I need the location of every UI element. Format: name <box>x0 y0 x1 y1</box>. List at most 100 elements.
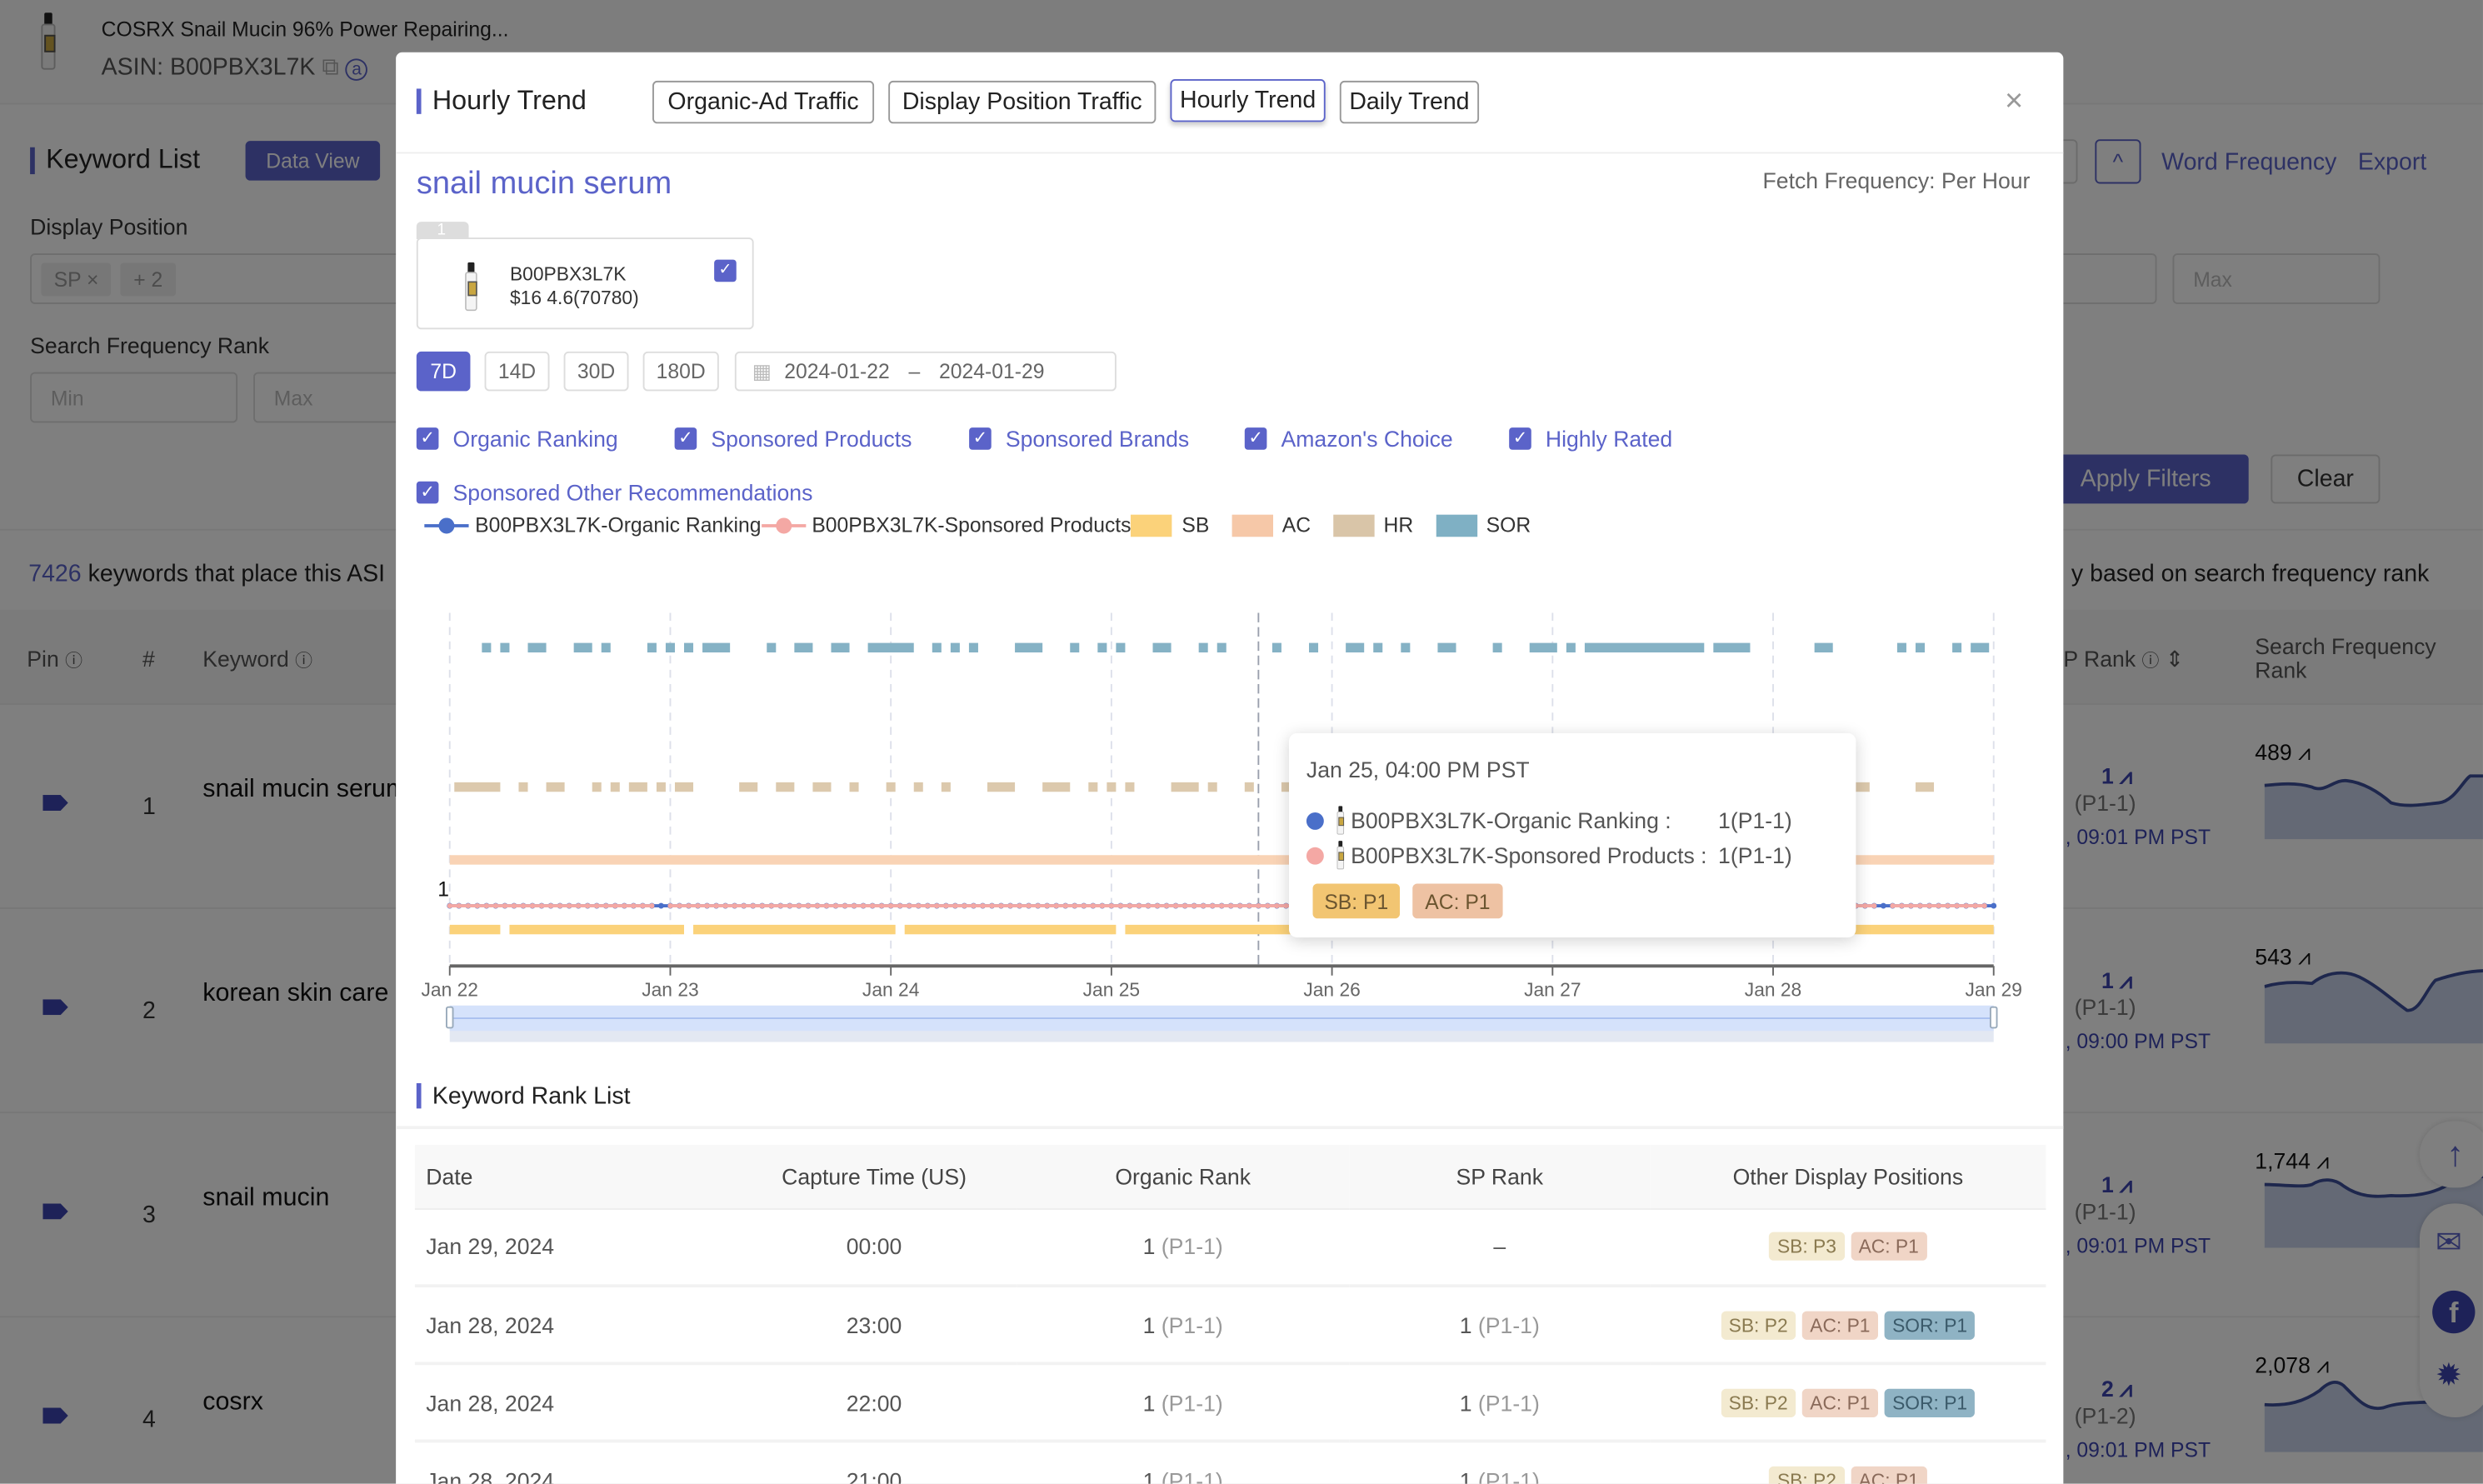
cell-organic-rank: 1 (P1-1) <box>1017 1286 1350 1366</box>
range-180d[interactable]: 180D <box>642 351 719 392</box>
sor-position-bar <box>867 642 914 653</box>
sp-point <box>750 903 756 909</box>
checkbox-checked-icon[interactable]: ✓ <box>1509 427 1531 450</box>
chart-tooltip: Jan 25, 04:00 PM PST B00PBX3L7K-Organic … <box>1289 732 1856 938</box>
cell-sp-rank: 1 (P1-1) <box>1349 1286 1651 1366</box>
sp-point <box>777 903 783 909</box>
checkbox-checked-icon[interactable]: ✓ <box>969 427 992 450</box>
filter-sponsored-brands[interactable]: ✓ Sponsored Brands <box>969 426 1189 452</box>
sp-point <box>1127 903 1132 909</box>
sp-point <box>759 903 765 909</box>
sp-point <box>952 903 958 909</box>
tab-hourly-trend[interactable]: Hourly Trend <box>1170 79 1326 122</box>
sp-point <box>1899 903 1905 909</box>
keyword-rank-table: Date Capture Time (US) Organic Rank SP Rank… <box>414 1145 2046 1484</box>
sp-point <box>907 903 912 909</box>
sp-point <box>677 903 682 909</box>
sp-point <box>1007 903 1013 909</box>
close-icon[interactable]: × <box>2005 84 2023 121</box>
position-tag: SB: P3 <box>1769 1232 1845 1262</box>
sor-position-bar <box>647 642 657 653</box>
zoom-handle-right[interactable] <box>1989 1006 1998 1029</box>
organic-point <box>1991 902 1997 909</box>
date-start: 2024-01-22 <box>784 359 890 383</box>
tab-daily-trend[interactable]: Daily Trend <box>1339 80 1480 124</box>
sp-point <box>548 903 554 909</box>
tab-organic-ad-traffic[interactable]: Organic-Ad Traffic <box>652 80 875 124</box>
sp-point <box>1145 903 1152 909</box>
cell-sp-rank: 1 (P1-1) <box>1349 1441 1651 1484</box>
sor-position-bar <box>573 642 592 653</box>
position-tag: SOR: P1 <box>1884 1387 1976 1417</box>
sp-point <box>483 903 489 909</box>
sor-position-bar <box>1373 642 1383 653</box>
range-14d[interactable]: 14D <box>484 351 550 392</box>
sp-point <box>962 903 967 909</box>
cell-other-positions: SB: P2 AC: P1 SOR: P1 <box>1650 1363 2046 1443</box>
hr-position-bar <box>812 782 832 792</box>
hourly-trend-modal: Hourly Trend Organic-Ad Traffic Display … <box>396 52 2064 1484</box>
sor-position-bar <box>1309 642 1319 653</box>
sor-position-bar <box>1152 642 1172 653</box>
filter-sponsored-products[interactable]: ✓ Sponsored Products <box>674 426 912 452</box>
sp-point <box>768 903 774 909</box>
sp-point <box>1945 903 1951 909</box>
legend-hr-swatch[interactable] <box>1332 513 1375 537</box>
legend-sb-swatch[interactable] <box>1131 513 1172 537</box>
sp-point <box>1210 903 1216 909</box>
checkbox-checked-icon[interactable]: ✓ <box>416 481 439 504</box>
filter-amazon-s-choice[interactable]: ✓ Amazon's Choice <box>1244 426 1453 452</box>
sp-point <box>1871 903 1877 909</box>
legend-sor-swatch[interactable] <box>1435 513 1477 537</box>
legend-ac-swatch[interactable] <box>1231 513 1273 537</box>
sor-position-bar <box>950 642 960 653</box>
sp-point <box>686 903 692 909</box>
range-7d[interactable]: 7D <box>416 351 471 392</box>
tab-display-position-traffic[interactable]: Display Position Traffic <box>888 80 1157 124</box>
tooltip-tag-ac: AC: P1 <box>1412 883 1503 919</box>
sp-point <box>897 903 903 909</box>
sp-point <box>1908 903 1914 909</box>
cell-time: 21:00 <box>732 1441 1017 1484</box>
checkbox-checked-icon[interactable]: ✓ <box>416 427 439 450</box>
column-header: Capture Time (US) <box>732 1145 1017 1210</box>
hr-position-bar <box>913 782 923 792</box>
sp-point <box>796 903 802 909</box>
filter-sponsored-other-recommendations[interactable]: ✓ Sponsored Other Recommendations <box>416 480 812 505</box>
sp-point <box>1108 903 1114 909</box>
sp-point <box>1090 903 1096 909</box>
filter-highly-rated[interactable]: ✓ Highly Rated <box>1509 426 1672 452</box>
sp-point <box>842 903 848 909</box>
checkbox-checked-icon[interactable]: ✓ <box>1244 427 1267 450</box>
sp-point <box>1164 903 1170 909</box>
sp-point <box>1265 903 1271 909</box>
date-range-picker[interactable]: ▦ 2024-01-22 – 2024-01-29 <box>734 351 1117 392</box>
sb-position-bar <box>693 924 896 935</box>
sp-point <box>649 903 655 909</box>
product-card[interactable]: B00PBX3L7K $16 4.6(70780) ✓ <box>416 237 754 330</box>
checkbox-checked-icon[interactable]: ✓ <box>674 427 697 450</box>
sor-position-bar <box>1198 642 1208 653</box>
zoom-handle-left[interactable] <box>445 1006 454 1029</box>
legend-sp-line[interactable] <box>761 514 806 537</box>
sb-position-bar <box>904 924 1117 935</box>
modal-title: Hourly Trend <box>432 85 587 116</box>
sp-point <box>1182 903 1188 909</box>
sp-point <box>980 903 986 909</box>
chart-legend: B00PBX3L7K-Organic Ranking B00PBX3L7K-Sp… <box>424 513 1531 537</box>
hr-position-bar <box>886 782 896 792</box>
title-bar <box>416 88 422 114</box>
sp-point <box>631 903 637 909</box>
keyword-title: snail mucin serum <box>416 166 672 202</box>
cell-organic-rank: 1 (P1-1) <box>1017 1363 1350 1443</box>
sor-position-bar <box>1492 642 1502 653</box>
range-30d[interactable]: 30D <box>563 351 629 392</box>
cell-sp-rank: 1 (P1-1) <box>1349 1363 1651 1443</box>
legend-organic-line[interactable] <box>424 514 469 537</box>
sp-point <box>529 903 536 909</box>
card-checkbox[interactable]: ✓ <box>714 259 737 282</box>
sp-point <box>538 903 545 909</box>
hr-position-bar <box>1207 782 1217 792</box>
hr-position-bar <box>776 782 795 792</box>
filter-organic-ranking[interactable]: ✓ Organic Ranking <box>416 426 618 452</box>
